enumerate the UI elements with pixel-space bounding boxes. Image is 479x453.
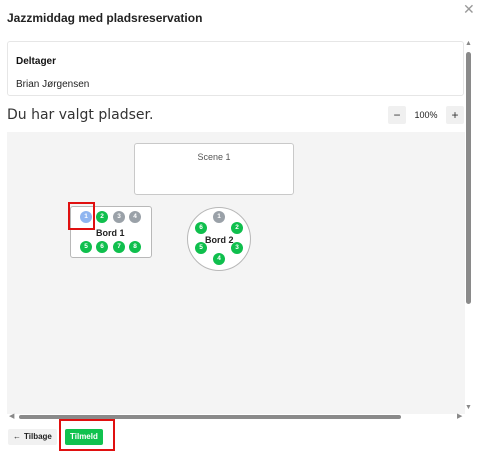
vertical-scrollbar[interactable]: ▲ ▼	[465, 40, 472, 414]
seat-bord2-6[interactable]: 6	[195, 222, 207, 234]
seat-bord1-4[interactable]: 4	[129, 211, 141, 223]
selected-seat-highlight	[68, 202, 95, 230]
seat-bord1-7[interactable]: 7	[113, 241, 125, 253]
table-2-label: Bord 2	[205, 235, 234, 245]
selection-heading: Du har valgt pladser.	[7, 107, 154, 123]
scroll-down-icon[interactable]: ▼	[465, 404, 472, 411]
scroll-up-icon[interactable]: ▲	[465, 40, 472, 47]
zoom-level: 100%	[414, 110, 438, 120]
seat-bord2-1[interactable]: 1	[213, 211, 225, 223]
dialog-title: Jazzmiddag med pladsreservation	[7, 11, 203, 25]
scroll-right-icon[interactable]: ▶	[457, 412, 462, 420]
seat-bord1-6[interactable]: 6	[96, 241, 108, 253]
seat-bord2-2[interactable]: 2	[231, 222, 243, 234]
seat-bord2-4[interactable]: 4	[213, 253, 225, 265]
back-button[interactable]: ← Tilbage	[8, 429, 57, 445]
close-icon[interactable]: ✕	[463, 2, 475, 16]
seat-bord2-3[interactable]: 3	[231, 242, 243, 254]
vertical-scroll-thumb[interactable]	[466, 52, 471, 304]
seat-bord2-5[interactable]: 5	[195, 242, 207, 254]
reservation-dialog: Jazzmiddag med pladsreservation ✕ Deltag…	[0, 0, 479, 453]
zoom-out-button[interactable]: −	[388, 106, 406, 124]
participant-card: Deltager Brian Jørgensen	[7, 41, 464, 96]
scroll-left-icon[interactable]: ◀	[9, 412, 14, 420]
zoom-control: − 100% +	[388, 106, 464, 124]
seat-bord1-5[interactable]: 5	[80, 241, 92, 253]
stage-label: Scene 1	[197, 152, 231, 162]
participant-label: Deltager	[16, 56, 57, 67]
submit-button-highlight	[59, 419, 115, 451]
participant-name: Brian Jørgensen	[16, 79, 90, 90]
seat-bord1-3[interactable]: 3	[113, 211, 125, 223]
back-button-label: Tilbage	[24, 432, 52, 441]
arrow-left-icon: ←	[13, 432, 21, 441]
seat-bord1-8[interactable]: 8	[129, 241, 141, 253]
seat-map-canvas[interactable]: Scene 1 Bord 1 1 2 3 4 5 6 7 8 Bord 2 1 …	[7, 132, 465, 414]
table-1-label: Bord 1	[96, 228, 125, 238]
zoom-in-button[interactable]: +	[446, 106, 464, 124]
seat-bord1-2[interactable]: 2	[96, 211, 108, 223]
stage: Scene 1	[134, 143, 294, 195]
